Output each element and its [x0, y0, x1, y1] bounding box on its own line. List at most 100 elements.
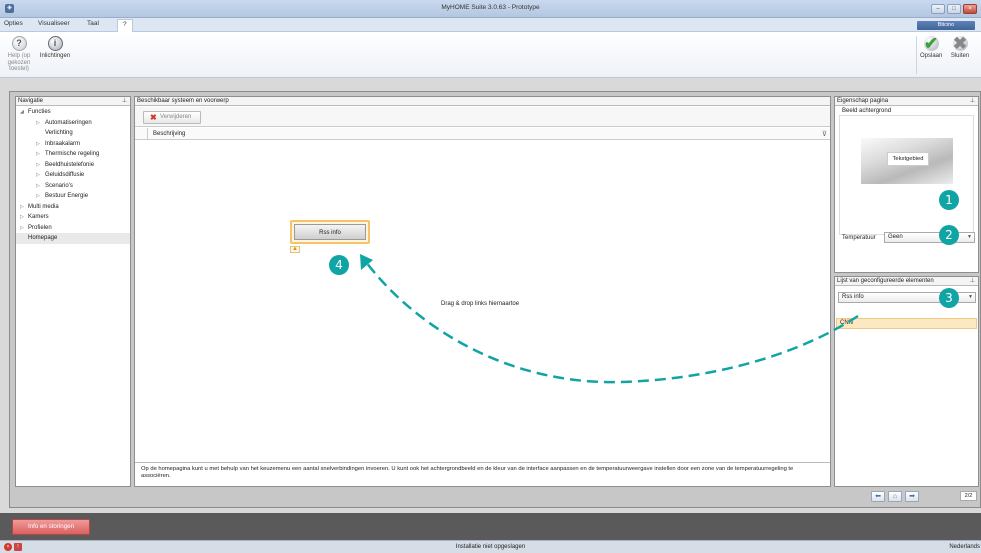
nav-arrow-icon[interactable]: ▷ — [36, 170, 40, 181]
navigation-header: Navigatie ⊥ — [16, 97, 130, 106]
window-controls: – □ × — [931, 4, 977, 14]
nav-arrow-icon[interactable]: ▷ — [20, 202, 24, 213]
background-label: Beeld achtergrond — [842, 108, 892, 114]
save-button[interactable]: ✔ Opslaan — [920, 34, 943, 60]
configured-elements-title: Lijst van geconfigureerde elementen — [837, 278, 934, 284]
nav-item-inbraakalarm[interactable]: ▷ Inbraakalarm — [16, 139, 130, 150]
title-bar: ◈ MyHOME Suite 3.0.63 - Prototype – □ × — [0, 0, 981, 18]
save-label: Opslaan — [920, 53, 943, 59]
nav-arrow-icon[interactable]: ▷ — [36, 181, 40, 192]
status-bar: × ! Installatie niet opgeslagen Nederlan… — [0, 540, 981, 553]
element-type-value: Rss info — [842, 294, 864, 300]
system-toolbar: ✖ Verwijderen — [135, 107, 830, 127]
nav-item-kamers[interactable]: ▷ Kamers — [16, 212, 130, 223]
nav-item-automatiseringen[interactable]: ▷ Automatiseringen — [16, 118, 130, 129]
close-button[interactable]: ✖ Sluiten — [945, 34, 975, 60]
column-divider — [147, 128, 148, 140]
maximize-icon[interactable]: □ — [947, 4, 961, 14]
menu-opties[interactable]: Opties — [4, 20, 23, 27]
tab-info-en-storingen[interactable]: Info en storingen — [12, 519, 90, 535]
configured-elements-panel: Lijst van geconfigureerde elementen ⊥ Rs… — [834, 276, 979, 487]
window-title: MyHOME Suite 3.0.63 - Prototype — [441, 4, 540, 11]
nav-item-bestuur-energie[interactable]: ▷ Bestuur Energie — [16, 191, 130, 202]
filter-icon[interactable]: ⊽ — [822, 130, 827, 138]
info-label: Inlichtingen — [39, 53, 71, 59]
info-icon: i — [47, 36, 63, 51]
properties-header: Eigenschap pagina ⊥ — [835, 97, 978, 106]
system-panel-title: Beschikbaar systeem en voorwerp — [137, 98, 229, 104]
navigation-tree: ◢ Functies ▷ Automatiseringen Verlichting … — [16, 106, 130, 244]
temperature-select[interactable]: Geen ▼ — [884, 232, 975, 243]
pager-controls: ⬅ ⌂ ➡ — [871, 490, 919, 502]
delete-label: Verwijderen — [160, 114, 192, 120]
system-panel-header: Beschikbaar systeem en voorwerp — [135, 97, 830, 106]
arrow-up-icon[interactable]: ▲ — [290, 246, 300, 253]
nav-arrow-icon[interactable]: ▷ — [36, 118, 40, 129]
nav-item-verlichting[interactable]: Verlichting — [16, 128, 130, 139]
nav-item-functies[interactable]: ◢ Functies — [16, 107, 130, 118]
language-indicator: Nederlands — [949, 544, 980, 550]
minimize-icon[interactable]: – — [931, 4, 945, 14]
delete-button[interactable]: ✖ Verwijderen — [143, 111, 201, 124]
callout-badge-1: 1 — [939, 190, 959, 210]
close-icon: ✖ — [952, 34, 968, 53]
column-description-label: Beschrijving — [153, 131, 186, 137]
pin-icon[interactable]: ⊥ — [122, 97, 127, 106]
chevron-down-icon: ▼ — [968, 294, 973, 300]
menu-taal[interactable]: Taal — [87, 20, 99, 27]
list-item-cnn[interactable]: CNN — [836, 318, 977, 329]
callout-badge-2: 2 — [939, 225, 959, 245]
arrow-left-icon[interactable]: ⬅ — [871, 490, 885, 502]
page-number: 2/2 — [960, 491, 977, 501]
nav-arrow-icon[interactable]: ▷ — [36, 149, 40, 160]
nav-item-profielen[interactable]: ▷ Profielen — [16, 223, 130, 234]
nav-item-beeldhuistelefonie[interactable]: ▷ Beeldhuistelefonie — [16, 160, 130, 171]
navigation-panel: Navigatie ⊥ ◢ Functies ▷ Automatiseringen … — [15, 96, 131, 487]
rss-info-widget[interactable]: Rss info — [290, 220, 370, 244]
nav-arrow-icon[interactable]: ▷ — [36, 160, 40, 171]
help-button[interactable]: ? Help (op gekozen toestel) — [3, 36, 35, 73]
ribbon-toolbar: ? Help (op gekozen toestel) i Inlichting… — [0, 32, 981, 78]
checkmark-icon: ✔ — [923, 34, 939, 53]
properties-panel: Eigenschap pagina ⊥ Beeld achtergrond Te… — [834, 96, 979, 273]
nav-arrow-icon[interactable]: ▷ — [36, 191, 40, 202]
menu-bar: Opties Visualiseer Taal ? Bticino — [0, 18, 981, 32]
configured-elements-header: Lijst van geconfigureerde elementen ⊥ — [835, 277, 978, 286]
nav-item-thermische-regeling[interactable]: ▷ Thermische regeling — [16, 149, 130, 160]
nav-item-geluidsdiffusie[interactable]: ▷ Geluidsdiffusie — [16, 170, 130, 181]
column-header[interactable]: Beschrijving ⊽ — [135, 128, 830, 140]
home-icon[interactable]: ⌂ — [888, 490, 902, 502]
background-preview[interactable]: Tekstgebied — [861, 138, 953, 184]
help-icon: ? — [11, 36, 27, 51]
nav-item-multi-media[interactable]: ▷ Multi media — [16, 202, 130, 213]
nav-arrow-icon[interactable]: ▷ — [20, 223, 24, 234]
nav-arrow-icon[interactable]: ◢ — [20, 107, 24, 118]
nav-item-scenarios[interactable]: ▷ Scenario's — [16, 181, 130, 192]
callout-badge-4: 4 — [329, 255, 349, 275]
brand-logo: Bticino — [917, 21, 975, 30]
help-label: Help (op gekozen toestel) — [7, 53, 31, 72]
menu-visualiseer[interactable]: Visualiseer — [38, 20, 70, 27]
ribbon-separator — [916, 36, 917, 74]
close-window-icon[interactable]: × — [963, 4, 977, 14]
menu-help[interactable]: ? — [117, 19, 133, 32]
chevron-down-icon: ▼ — [967, 234, 972, 240]
arrow-right-icon[interactable]: ➡ — [905, 490, 919, 502]
delete-icon: ✖ — [150, 113, 157, 122]
info-text: Op de homepagina kunt u met behulp van h… — [135, 462, 830, 486]
pin-icon[interactable]: ⊥ — [970, 97, 975, 106]
nav-item-homepage[interactable]: Homepage — [16, 233, 130, 244]
temperature-label: Temperatuur — [842, 235, 876, 241]
status-text: Installatie niet opgeslagen — [455, 544, 526, 550]
drop-hint: Drag & drop links hiernaartoe — [441, 301, 520, 307]
rss-info-label: Rss info — [294, 224, 366, 240]
callout-badge-3: 3 — [939, 288, 959, 308]
nav-arrow-icon[interactable]: ▷ — [36, 139, 40, 150]
info-button[interactable]: i Inlichtingen — [37, 36, 73, 60]
temperature-value: Geen — [888, 234, 903, 240]
nav-arrow-icon[interactable]: ▷ — [20, 212, 24, 223]
bottom-tab-bar: Info en storingen — [0, 513, 981, 540]
preview-text-area: Tekstgebied — [887, 152, 929, 166]
pin-icon[interactable]: ⊥ — [970, 277, 975, 286]
close-label: Sluiten — [950, 53, 970, 59]
